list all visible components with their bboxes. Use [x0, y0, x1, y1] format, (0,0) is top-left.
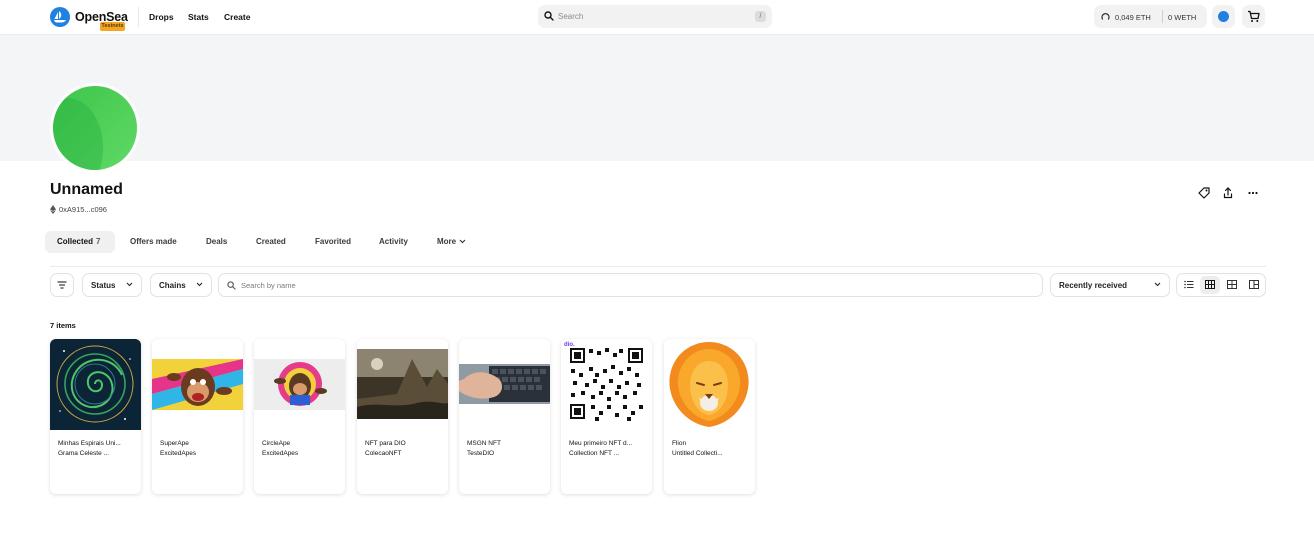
search-icon — [227, 281, 236, 290]
nft-card[interactable]: Minhas Espirais Uni... Grama Celeste ... — [50, 339, 141, 494]
nft-name: Meu primeiro NFT d... — [569, 440, 633, 447]
global-search[interactable]: / — [538, 5, 772, 28]
search-by-name-input[interactable] — [241, 278, 1021, 293]
nft-image — [459, 339, 550, 430]
sort-select-label: Recently received — [1059, 281, 1128, 290]
profile-button[interactable] — [1212, 5, 1235, 28]
list-view-button[interactable] — [1179, 276, 1199, 294]
grid-medium-view-button[interactable] — [1222, 276, 1242, 294]
tab-collected[interactable]: Collected 7 — [45, 231, 115, 253]
ethereum-icon — [50, 205, 56, 214]
nft-name: CircleApe — [262, 440, 291, 447]
wallet-address[interactable]: 0xA915...c096 — [50, 205, 107, 214]
sort-select[interactable]: Recently received — [1050, 273, 1170, 297]
avatar — [1218, 11, 1229, 22]
nft-name: SuperApe — [160, 440, 189, 447]
nft-collection: Grama Celeste ... — [58, 450, 109, 457]
nav-link-create[interactable]: Create — [224, 12, 250, 22]
status-filter[interactable]: Status — [82, 273, 142, 297]
chains-filter-label: Chains — [159, 281, 186, 290]
search-shortcut-key: / — [755, 11, 766, 22]
tab-more[interactable]: More — [437, 231, 466, 253]
view-mode-toggle — [1176, 273, 1266, 297]
nft-card[interactable]: Flion Untitled Collecti... — [664, 339, 755, 494]
tab-activity[interactable]: Activity — [379, 231, 408, 253]
nft-image — [664, 339, 755, 430]
profile-avatar[interactable] — [50, 83, 140, 173]
profile-banner — [0, 35, 1314, 161]
grid-medium-icon — [1227, 280, 1237, 289]
tab-count: 7 — [96, 237, 101, 246]
cart-icon — [1248, 10, 1260, 22]
nft-image — [357, 339, 448, 430]
chevron-down-icon — [126, 282, 133, 287]
chevron-down-icon — [459, 239, 466, 244]
tabs-divider — [50, 266, 1266, 267]
nft-collection: ExcitedApes — [262, 450, 299, 457]
svg-text:dio.: dio. — [564, 342, 575, 348]
nft-card[interactable]: MSGN NFT TesteDIO — [459, 339, 550, 494]
nft-name: Flion — [672, 440, 687, 447]
grid-large-view-button[interactable] — [1244, 276, 1264, 294]
search-by-name[interactable] — [218, 273, 1043, 297]
nft-collection: TesteDIO — [467, 450, 495, 457]
nft-card[interactable]: SuperApe ExcitedApes — [152, 339, 243, 494]
offer-tag-icon[interactable] — [1197, 186, 1211, 200]
tab-deals[interactable]: Deals — [206, 231, 227, 253]
filter-toggle-button[interactable] — [50, 273, 74, 297]
eth-balance: 0,049 ETH — [1115, 12, 1151, 22]
chevron-down-icon — [196, 282, 203, 287]
grid-large-icon — [1249, 280, 1259, 289]
chains-filter[interactable]: Chains — [150, 273, 212, 297]
tab-favorited[interactable]: Favorited — [315, 231, 351, 253]
tab-offers-made[interactable]: Offers made — [130, 231, 177, 253]
nft-collection: Untitled Collecti... — [672, 450, 723, 457]
nft-collection: ExcitedApes — [160, 450, 197, 457]
nav-link-drops[interactable]: Drops — [149, 12, 174, 22]
grid-small-view-button[interactable] — [1200, 276, 1220, 294]
nft-name: NFT para DIO — [365, 440, 406, 447]
refresh-icon — [1101, 13, 1110, 20]
nft-image — [50, 339, 141, 430]
chevron-down-icon — [1154, 282, 1161, 287]
more-options-icon[interactable] — [1246, 186, 1260, 200]
nav-link-stats[interactable]: Stats — [188, 12, 209, 22]
nft-card[interactable]: dio. Meu primeiro NFT d... Collection NF… — [561, 339, 652, 494]
share-icon[interactable] — [1221, 186, 1235, 200]
nft-image — [254, 339, 345, 430]
wallet-balance[interactable]: 0,049 ETH 0 WETH — [1094, 5, 1207, 28]
items-count: 7 items — [50, 321, 76, 330]
nft-name: Minhas Espirais Uni... — [58, 440, 121, 447]
opensea-boat-icon — [50, 7, 70, 27]
nft-collection: ColecaoNFT — [365, 450, 402, 457]
nav-divider — [138, 7, 139, 27]
testnets-badge: Testnets — [100, 22, 125, 31]
balance-divider — [1162, 10, 1163, 23]
nft-collection: Collection NFT ... — [569, 450, 620, 457]
weth-balance: 0 WETH — [1168, 12, 1197, 22]
global-search-input[interactable] — [558, 8, 738, 25]
status-filter-label: Status — [91, 281, 116, 290]
filter-icon — [57, 281, 67, 289]
nft-card[interactable]: NFT para DIO ColecaoNFT — [357, 339, 448, 494]
nft-name: MSGN NFT — [467, 440, 501, 447]
nft-image: dio. — [561, 339, 652, 430]
search-icon — [544, 11, 554, 21]
tab-label: More — [437, 237, 457, 246]
nft-image — [152, 339, 243, 430]
wallet-address-text: 0xA915...c096 — [59, 205, 107, 214]
tab-label: Collected — [57, 237, 94, 246]
top-nav: OpenSea Testnets Drops Stats Create / 0,… — [0, 0, 1314, 35]
cart-button[interactable] — [1242, 5, 1265, 28]
profile-name: Unnamed — [50, 181, 123, 198]
nft-card[interactable]: CircleApe ExcitedApes — [254, 339, 345, 494]
grid-small-icon — [1205, 280, 1215, 289]
tab-created[interactable]: Created — [256, 231, 286, 253]
list-view-icon — [1184, 280, 1194, 289]
